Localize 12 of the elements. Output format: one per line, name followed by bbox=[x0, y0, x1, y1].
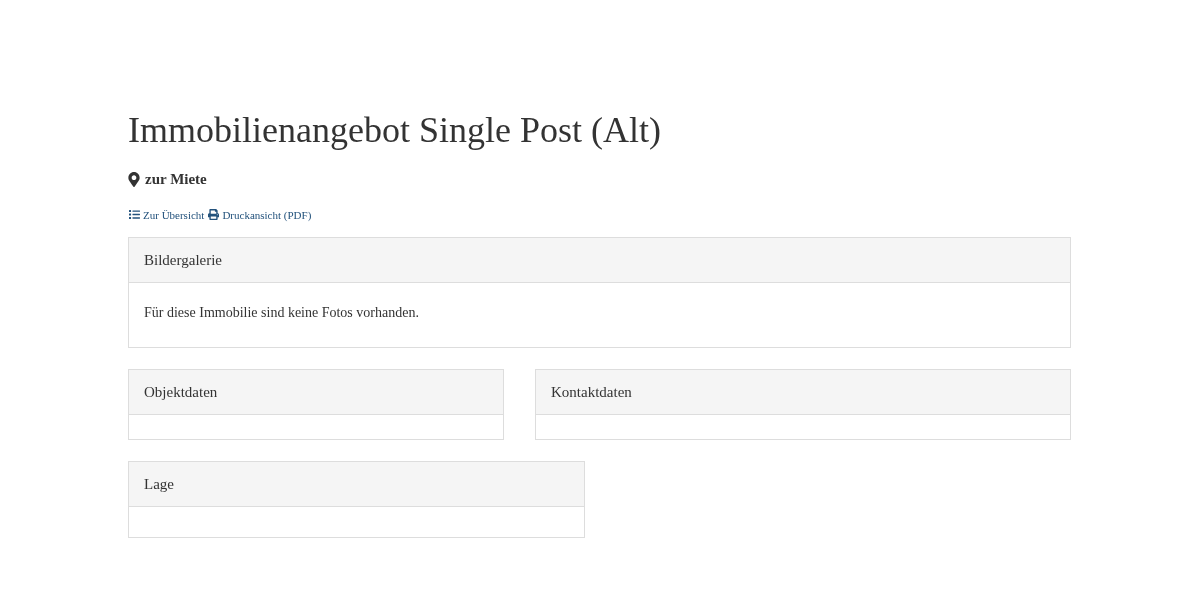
panel-header: Lage bbox=[129, 462, 584, 507]
print-view-link[interactable]: Druckansicht (PDF) bbox=[207, 206, 312, 223]
printer-icon bbox=[207, 209, 221, 221]
page-title: Immobilienangebot Single Post (Alt) bbox=[128, 109, 662, 152]
panel-header: Kontaktdaten bbox=[536, 370, 1070, 415]
panel-header: Bildergalerie bbox=[129, 238, 1070, 283]
list-icon bbox=[128, 209, 141, 221]
no-photos-message: Für diese Immobilie sind keine Fotos vorhanden. bbox=[144, 304, 420, 322]
map-pin-icon bbox=[128, 171, 140, 187]
listing-type: zur Miete bbox=[145, 170, 207, 189]
overview-link[interactable]: Zur Übersicht bbox=[128, 206, 205, 223]
panel-header: Objektdaten bbox=[129, 370, 503, 415]
